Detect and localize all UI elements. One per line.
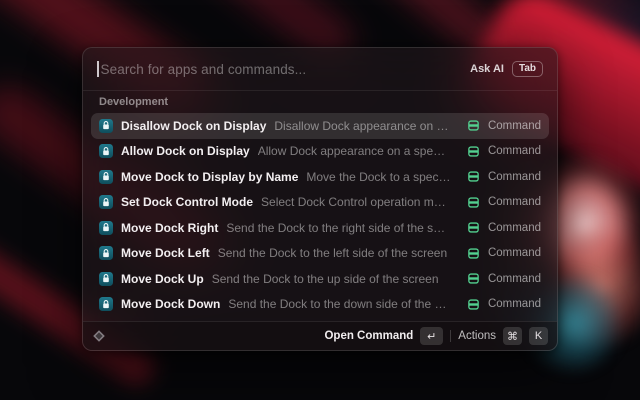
item-title: Set Dock Control Mode [121,195,253,209]
dock-lock-app-icon [99,170,113,184]
return-keycap: ↵ [420,327,443,345]
command-type-icon [467,170,480,183]
search-input[interactable]: Search for apps and commands... [101,62,307,77]
item-title: Move Dock Left [121,246,210,260]
dock-lock-app-icon [99,119,113,133]
text-caret [97,61,99,77]
item-title: Move Dock Down [121,297,220,311]
item-type-label: Command [488,298,541,310]
command-type-icon [467,272,480,285]
list-item[interactable]: Allow Dock on Display Allow Dock appeara… [91,139,549,165]
item-subtitle: Disallow Dock appearance on a specific d… [274,119,451,133]
launcher-window: Search for apps and commands... Ask AI T… [82,47,558,351]
cmd-keycap: ⌘ [503,327,522,345]
results-list: Development Disallow Dock on Display Dis… [83,91,557,321]
tab-keycap: Tab [512,61,543,78]
section-header-development: Development [99,96,549,109]
list-item[interactable]: Set Dock Control Mode Select Dock Contro… [91,190,549,216]
dock-lock-app-icon [99,297,113,311]
list-item[interactable]: Move Dock to Display by Name Move the Do… [91,164,549,190]
dock-lock-app-icon [99,246,113,260]
item-title: Allow Dock on Display [121,144,250,158]
command-type-icon [467,119,480,132]
item-title: Move Dock Up [121,272,204,286]
k-keycap: K [529,327,548,345]
item-title: Move Dock to Display by Name [121,170,298,184]
search-bar: Search for apps and commands... Ask AI T… [83,48,557,91]
action-bar: Open Command ↵ Actions ⌘ K [83,321,557,350]
item-title: Move Dock Right [121,221,218,235]
footer-divider [450,330,451,342]
actions-label: Actions [458,330,496,342]
item-type-label: Command [488,196,541,208]
command-type-icon [467,247,480,260]
item-subtitle: Allow Dock appearance on a specific disp… [258,144,451,158]
item-subtitle: Send the Dock to the down side of the sc… [228,297,451,311]
dock-lock-app-icon [99,221,113,235]
dock-lock-app-icon [99,195,113,209]
dock-lock-app-icon [99,272,113,286]
item-type-label: Command [488,247,541,259]
open-command-button[interactable]: Open Command ↵ [324,327,443,345]
item-type-label: Command [488,145,541,157]
list-item[interactable]: Move Dock Up Send the Dock to the up sid… [91,266,549,292]
open-command-label: Open Command [324,330,413,342]
list-item[interactable]: Move Dock Down Send the Dock to the down… [91,292,549,318]
item-type-label: Command [488,171,541,183]
list-item[interactable]: Move Dock Right Send the Dock to the rig… [91,215,549,241]
item-title: Disallow Dock on Display [121,119,266,133]
item-subtitle: Send the Dock to the up side of the scre… [212,272,439,286]
list-item[interactable]: Move Dock Left Send the Dock to the left… [91,241,549,267]
item-subtitle: Send the Dock to the right side of the s… [226,221,451,235]
list-item[interactable]: Disallow Dock on Display Disallow Dock a… [91,113,549,139]
item-type-label: Command [488,222,541,234]
ask-ai-button[interactable]: Ask AI [470,63,504,75]
dock-lock-app-icon [99,144,113,158]
raycast-logo-icon [92,329,106,343]
command-type-icon [467,196,480,209]
command-type-icon [467,298,480,311]
item-type-label: Command [488,120,541,132]
item-type-label: Command [488,273,541,285]
item-subtitle: Select Dock Control operation mode [261,195,451,209]
item-subtitle: Move the Dock to a specific display by N… [306,170,451,184]
actions-button[interactable]: Actions ⌘ K [458,327,548,345]
command-type-icon [467,145,480,158]
command-type-icon [467,221,480,234]
item-subtitle: Send the Dock to the left side of the sc… [218,246,447,260]
